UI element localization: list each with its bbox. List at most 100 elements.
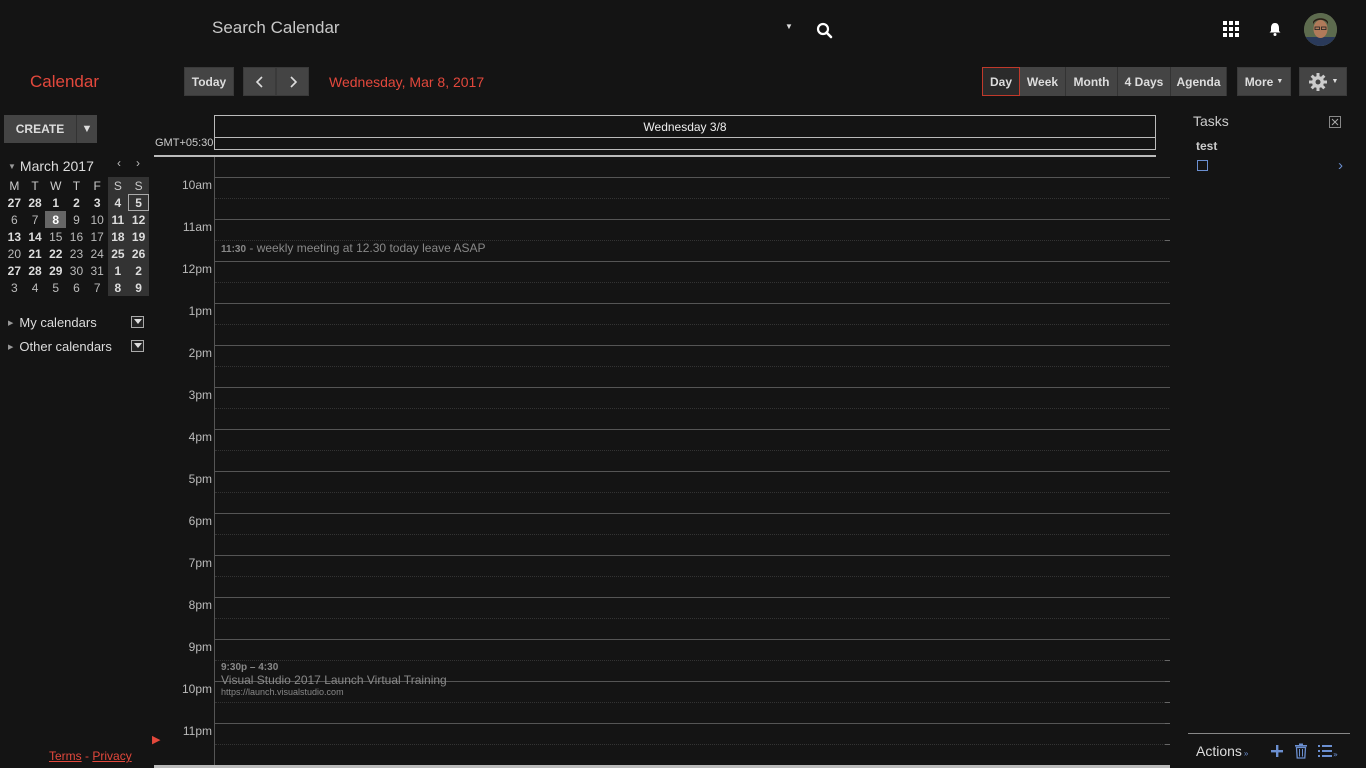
mini-calendar-day[interactable]: 4 <box>107 194 129 211</box>
view-week-button[interactable]: Week <box>1020 67 1066 96</box>
tasks-actions-button[interactable]: Actions » <box>1196 743 1248 759</box>
avatar-image <box>1304 13 1337 46</box>
create-dropdown-icon[interactable]: ▼ <box>77 115 97 143</box>
mini-calendar-day[interactable]: 21 <box>25 245 46 262</box>
mini-calendar-day[interactable]: 9 <box>66 211 87 228</box>
mini-calendar-title[interactable]: ▼ March 2017 <box>8 158 94 174</box>
caret-down-icon <box>133 319 142 324</box>
create-button[interactable]: CREATE ▼ <box>4 115 97 143</box>
more-button[interactable]: More ▼ <box>1237 67 1291 96</box>
mini-calendar-day[interactable]: 17 <box>87 228 108 245</box>
weekday-header: M <box>9 178 20 193</box>
trash-icon <box>1295 743 1308 759</box>
switch-list-button[interactable]: » <box>1318 744 1340 758</box>
notifications-button[interactable] <box>1266 20 1284 38</box>
mini-calendar-day[interactable]: 1 <box>107 262 129 279</box>
settings-button[interactable]: ▼ <box>1299 67 1347 96</box>
half-hour-line <box>215 450 1170 451</box>
other-calendars-dropdown[interactable] <box>131 340 144 352</box>
mini-calendar-day[interactable]: 20 <box>4 245 25 262</box>
mini-calendar-day[interactable]: 25 <box>107 245 129 262</box>
search-options-caret-icon[interactable]: ▼ <box>785 22 793 31</box>
mini-calendar-day[interactable]: 12 <box>128 211 149 228</box>
view-agenda-button[interactable]: Agenda <box>1171 67 1227 96</box>
actions-caret-icon: » <box>1243 748 1249 758</box>
chevron-left-icon <box>255 75 263 88</box>
next-button[interactable] <box>276 67 309 96</box>
my-calendars-label: My calendars <box>19 315 97 330</box>
day-column-header[interactable]: Wednesday 3/8 <box>214 115 1156 138</box>
event-weekly-meeting[interactable]: 11:30 - weekly meeting at 12.30 today le… <box>221 241 486 255</box>
mini-calendar-day[interactable]: 16 <box>66 228 87 245</box>
mini-calendar-day[interactable]: 28 <box>25 194 46 211</box>
scroll-marker <box>1165 744 1170 745</box>
scroll-marker <box>1165 660 1170 661</box>
task-details-chevron-icon[interactable]: › <box>1338 157 1343 174</box>
mini-calendar-day[interactable]: 6 <box>66 279 87 296</box>
today-button[interactable]: Today <box>184 67 234 96</box>
mini-calendar-day[interactable]: 3 <box>4 279 25 296</box>
mini-calendar-day[interactable]: 5 <box>128 194 149 211</box>
mini-calendar-day[interactable]: 8 <box>45 211 67 228</box>
mini-calendar-day[interactable]: 7 <box>87 279 108 296</box>
mini-next-month-icon[interactable]: › <box>136 156 140 170</box>
mini-calendar-day[interactable]: 14 <box>25 228 46 245</box>
my-calendars-section[interactable]: ▶ My calendars <box>8 315 97 330</box>
mini-calendar-day[interactable]: 15 <box>45 228 66 245</box>
view-day-button[interactable]: Day <box>982 67 1020 96</box>
hour-label: 6pm <box>188 514 212 528</box>
event-visual-studio-launch[interactable]: 9:30p – 4:30 Visual Studio 2017 Launch V… <box>221 662 447 697</box>
add-task-button[interactable] <box>1270 744 1284 758</box>
mini-calendar-day[interactable]: 30 <box>66 262 87 279</box>
mini-calendar-day[interactable]: 9 <box>128 279 149 296</box>
mini-calendar-day[interactable]: 28 <box>25 262 46 279</box>
mini-calendar-day[interactable]: 24 <box>87 245 108 262</box>
mini-calendar-day[interactable]: 10 <box>87 211 108 228</box>
mini-calendar-day[interactable]: 3 <box>87 194 108 211</box>
mini-prev-month-icon[interactable]: ‹ <box>117 156 121 170</box>
view-month-button[interactable]: Month <box>1066 67 1118 96</box>
mini-calendar-day[interactable]: 26 <box>128 245 149 262</box>
caret-down-icon: ▼ <box>1331 78 1339 85</box>
search-button[interactable] <box>812 18 838 44</box>
user-avatar[interactable] <box>1304 13 1337 46</box>
mini-calendar-day[interactable]: 13 <box>4 228 25 245</box>
mini-calendar-day[interactable]: 23 <box>66 245 87 262</box>
mini-calendar-day[interactable]: 29 <box>45 262 66 279</box>
mini-calendar-day[interactable]: 6 <box>4 211 25 228</box>
privacy-link[interactable]: Privacy <box>92 749 131 763</box>
task-list-name[interactable]: test <box>1196 139 1217 153</box>
view-4days-button[interactable]: 4 Days <box>1118 67 1171 96</box>
mini-calendar-day[interactable]: 8 <box>107 279 129 296</box>
weekday-header: S <box>128 177 149 194</box>
mini-calendar-day[interactable]: 11 <box>107 211 129 228</box>
previous-button[interactable] <box>243 67 276 96</box>
half-hour-line <box>215 366 1170 367</box>
view-switcher: Day Week Month 4 Days Agenda <box>982 67 1227 96</box>
app-title[interactable]: Calendar <box>30 72 99 92</box>
terms-link[interactable]: Terms <box>49 749 82 763</box>
tasks-close-button[interactable] <box>1329 115 1341 128</box>
task-checkbox[interactable] <box>1197 160 1208 171</box>
mini-calendar-day[interactable]: 22 <box>45 245 66 262</box>
mini-calendar-day[interactable]: 1 <box>45 194 66 211</box>
mini-calendar-day[interactable]: 19 <box>128 228 149 245</box>
hour-label: 4pm <box>188 430 212 444</box>
apps-grid-button[interactable] <box>1221 19 1241 39</box>
mini-calendar-day[interactable]: 2 <box>128 262 149 279</box>
my-calendars-dropdown[interactable] <box>131 316 144 328</box>
mini-calendar-day[interactable]: 27 <box>4 262 25 279</box>
current-date-title: Wednesday, Mar 8, 2017 <box>329 74 485 90</box>
delete-task-button[interactable] <box>1294 743 1308 759</box>
mini-calendar-day[interactable]: 4 <box>25 279 46 296</box>
mini-calendar-day[interactable]: 7 <box>25 211 46 228</box>
search-calendar-input[interactable]: Search Calendar <box>212 18 340 38</box>
mini-calendar-day[interactable]: 5 <box>45 279 66 296</box>
mini-calendar-day[interactable]: 18 <box>107 228 129 245</box>
all-day-row[interactable] <box>214 138 1156 150</box>
mini-calendar-day[interactable]: 2 <box>66 194 87 211</box>
mini-calendar-day[interactable]: 27 <box>4 194 25 211</box>
mini-calendar-week: 27 28 29 30 31 1 2 <box>4 262 149 279</box>
mini-calendar-day[interactable]: 31 <box>87 262 108 279</box>
other-calendars-section[interactable]: ▶ Other calendars <box>8 339 112 354</box>
